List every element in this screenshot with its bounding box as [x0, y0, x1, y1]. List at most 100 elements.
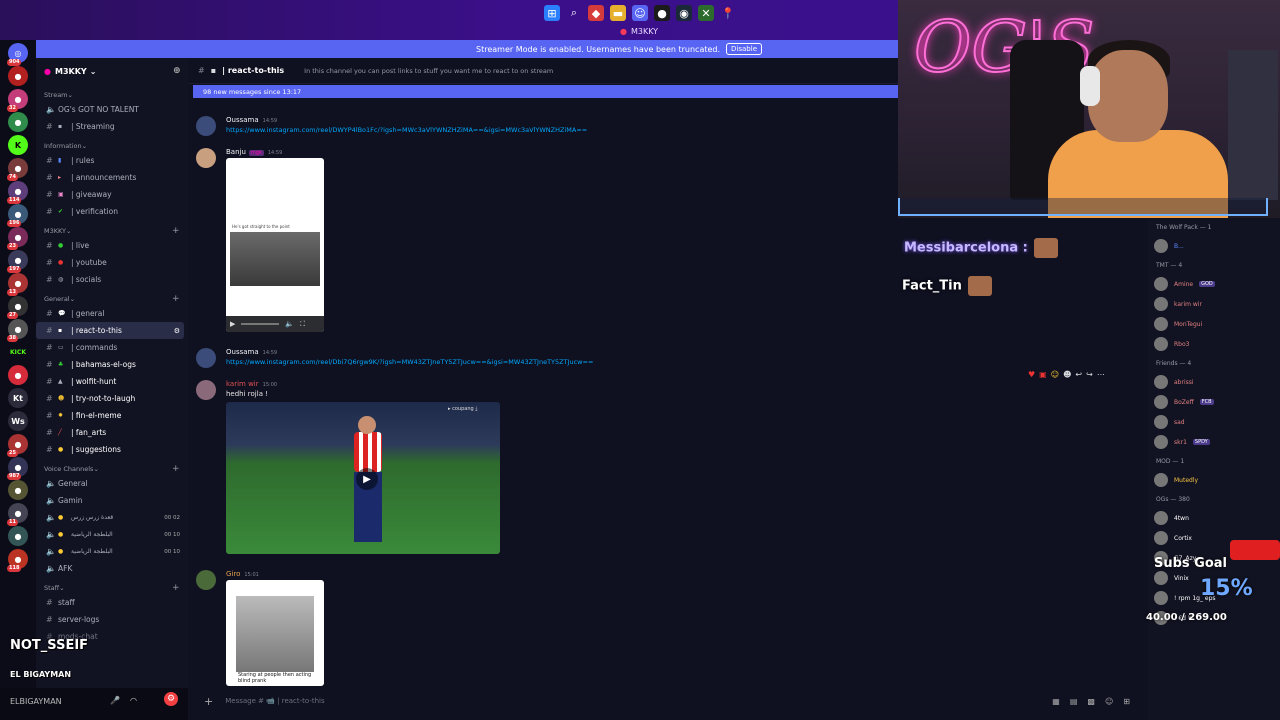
disable-button[interactable]: Disable	[726, 43, 762, 55]
user-name[interactable]: ELBIGAYMAN	[10, 697, 62, 706]
seek-bar[interactable]	[241, 323, 280, 325]
play-icon[interactable]: ▶	[356, 468, 378, 490]
add-person-icon[interactable]: ⊕	[173, 66, 181, 76]
avatar[interactable]	[196, 570, 216, 590]
text-channel[interactable]: # ✸ | fin-el-meme	[36, 407, 188, 424]
category-voice[interactable]: Voice Channels ⌄ +	[36, 463, 188, 475]
text-channel[interactable]: # ▪ | Streaming	[36, 118, 188, 135]
reaction-icon[interactable]: ▣	[1039, 370, 1047, 379]
folder-icon[interactable]: ▬	[610, 5, 626, 21]
add-channel-icon[interactable]: +	[172, 294, 180, 304]
emoji-reaction-icon[interactable]: ☺	[1051, 370, 1059, 379]
avatar[interactable]	[196, 380, 216, 400]
member-item[interactable]: B...	[1148, 236, 1280, 256]
gif-icon[interactable]: ▤	[1070, 697, 1078, 706]
member-item[interactable]: karim wir	[1148, 294, 1280, 314]
server-icon[interactable]: ● 32	[7, 89, 28, 112]
heart-reaction-icon[interactable]: ♥	[1028, 370, 1035, 379]
server-header[interactable]: ● M3KKY ⌄ ⊕	[36, 58, 188, 84]
avatar[interactable]	[196, 116, 216, 136]
reply-icon[interactable]: ↩	[1075, 370, 1082, 379]
add-channel-icon[interactable]: +	[172, 583, 180, 593]
discord-icon[interactable]: ☺	[632, 5, 648, 21]
server-icon[interactable]: ● 114	[7, 181, 28, 204]
server-icon[interactable]: ● 23	[7, 227, 28, 250]
text-channel[interactable]: # ● | youtube	[36, 254, 188, 271]
text-channel[interactable]: # ◍ | socials	[36, 271, 188, 288]
category-stream[interactable]: Stream ⌄	[36, 89, 188, 101]
add-attachment-icon[interactable]: +	[204, 695, 213, 708]
server-icon[interactable]: ●	[8, 365, 28, 385]
text-channel[interactable]: # ▣ | giveaway	[36, 186, 188, 203]
video-embed[interactable]: ▸ coupang ⤓ ▶	[226, 402, 500, 554]
server-icon[interactable]: Kt	[8, 388, 28, 408]
server-icon[interactable]: ●	[8, 66, 28, 86]
server-icon[interactable]: ● 25	[7, 434, 28, 457]
xbox-icon[interactable]: ✕	[698, 5, 714, 21]
more-icon[interactable]: ⋯	[1097, 370, 1105, 379]
text-channel[interactable]: # ▸ | announcements	[36, 169, 188, 186]
server-icon[interactable]: ● 118	[7, 549, 28, 572]
volume-icon[interactable]: 🔈	[285, 320, 294, 328]
member-item[interactable]: Amine GOD	[1148, 274, 1280, 294]
member-item[interactable]: BoZeff FCB	[1148, 392, 1280, 412]
server-icon[interactable]: ● 38	[7, 319, 28, 342]
text-channel[interactable]: # ☻ | try-not-to-laugh	[36, 390, 188, 407]
member-item[interactable]: MonTegui	[1148, 314, 1280, 334]
text-channel[interactable]: # ▭ | commands	[36, 339, 188, 356]
server-icon[interactable]: ● 11	[7, 503, 28, 526]
pin-icon[interactable]: 📍	[720, 5, 736, 21]
member-item[interactable]: Mutedly	[1148, 470, 1280, 490]
server-icon[interactable]: ● 27	[7, 296, 28, 319]
message-author[interactable]: Giro 15:01	[226, 570, 259, 578]
message-author[interactable]: Oussama 14:59	[226, 116, 277, 124]
message-link[interactable]: https://www.instagram.com/reel/Dbi7Q6rgw…	[226, 358, 593, 366]
member-item[interactable]: sad	[1148, 412, 1280, 432]
server-icon[interactable]: ● 13	[7, 273, 28, 296]
voice-channel[interactable]: 🔈 Gamin	[36, 492, 188, 509]
server-icon[interactable]: ● 196	[7, 204, 28, 227]
voice-channel[interactable]: 🔈 General	[36, 475, 188, 492]
text-channel-active[interactable]: # ▪ | react-to-this ⚙	[36, 322, 184, 339]
server-icon[interactable]: Ws	[8, 411, 28, 431]
settings-gear-icon[interactable]: ⚙	[164, 692, 178, 706]
message-input[interactable]: + Message # 📹 | react-to-this ▦ ▤ ▩ ☺ ⊞	[194, 690, 1144, 712]
kick-icon[interactable]: KICK	[8, 342, 28, 362]
message-author[interactable]: Oussama 14:59	[226, 348, 277, 356]
message-author[interactable]: Banju mgk 14:59	[226, 148, 282, 156]
text-channel[interactable]: # ✔ | verification	[36, 203, 188, 220]
server-icon[interactable]: ●	[8, 112, 28, 132]
text-channel[interactable]: # ╱ | fan_arts	[36, 424, 188, 441]
settings-icon[interactable]: ⚙	[174, 327, 180, 335]
category-staff[interactable]: Staff ⌄ +	[36, 582, 188, 594]
server-icon[interactable]: ● 987	[7, 457, 28, 480]
search-icon[interactable]: ⌕	[566, 5, 582, 21]
server-icon[interactable]: ●	[8, 526, 28, 546]
member-item[interactable]: skr1 SPDY	[1148, 432, 1280, 452]
member-item[interactable]: abrissi	[1148, 372, 1280, 392]
text-channel[interactable]: # 💬 | general	[36, 305, 188, 322]
voice-channel[interactable]: 🔈 ● البلطجة الرياضية 00 10	[36, 526, 188, 543]
avatar[interactable]	[196, 148, 216, 168]
category-general[interactable]: General ⌄ +	[36, 293, 188, 305]
voice-channel[interactable]: 🔈 ● البلطجة الرياضية 00 10	[36, 543, 188, 560]
add-channel-icon[interactable]: +	[172, 464, 180, 474]
add-reaction-icon[interactable]: ☻	[1063, 370, 1071, 379]
browser-icon[interactable]: ◆	[588, 5, 604, 21]
voice-channel[interactable]: 🔈 AFK	[36, 560, 188, 577]
play-icon[interactable]: ▶	[230, 320, 235, 328]
server-icon[interactable]: ● 197	[7, 250, 28, 273]
avatar[interactable]	[196, 348, 216, 368]
server-icon[interactable]: ● 74	[7, 158, 28, 181]
emoji-icon[interactable]: ☺	[1105, 697, 1113, 706]
voice-channel[interactable]: 🔈 ● قعدة زرس زرس 00 02	[36, 509, 188, 526]
text-channel[interactable]: # ▲ | wolfit-hunt	[36, 373, 188, 390]
text-channel[interactable]: # ♣ | bahamas-el-ogs	[36, 356, 188, 373]
message-link[interactable]: https://www.instagram.com/reel/DWYP4lBo1…	[226, 126, 587, 134]
kick-icon[interactable]: K	[8, 135, 28, 155]
video-embed[interactable]: Staring at people then acting blind pran…	[226, 580, 324, 686]
obs-icon[interactable]: ●	[654, 5, 670, 21]
member-item[interactable]: Rbo3	[1148, 334, 1280, 354]
text-channel[interactable]: # ▮ | rules	[36, 152, 188, 169]
text-channel[interactable]: # ● | live	[36, 237, 188, 254]
